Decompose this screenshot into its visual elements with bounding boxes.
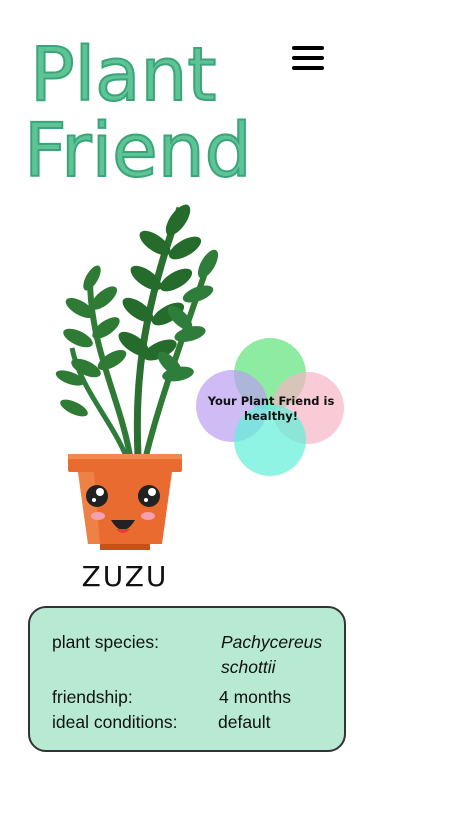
species-value-line-2: schottii — [221, 657, 276, 677]
logo-graphic: Plant Friend — [23, 31, 253, 195]
menu-bar — [292, 46, 324, 50]
species-label: plant species: — [52, 632, 160, 652]
app-logo: Plant Friend — [22, 28, 272, 195]
plant-info-card: plant species: Pachycereus schottii frie… — [28, 606, 346, 752]
conditions-label: ideal conditions: — [52, 712, 178, 732]
friendship-label: friendship: — [52, 687, 133, 707]
species-value-line-1: Pachycereus — [221, 632, 323, 652]
logo-line-1: Plant — [30, 32, 216, 118]
hamburger-icon[interactable] — [290, 44, 326, 72]
conditions-value: default — [218, 712, 271, 732]
health-status-text: Your Plant Friend is healthy! — [207, 394, 335, 423]
menu-bar — [292, 56, 324, 60]
friendship-value: 4 months — [219, 687, 291, 707]
health-status-indicator: Your Plant Friend is healthy! — [196, 338, 346, 478]
menu-bar — [292, 66, 324, 70]
logo-line-2: Friend — [24, 108, 252, 188]
plant-name: ZUZU — [81, 560, 169, 593]
